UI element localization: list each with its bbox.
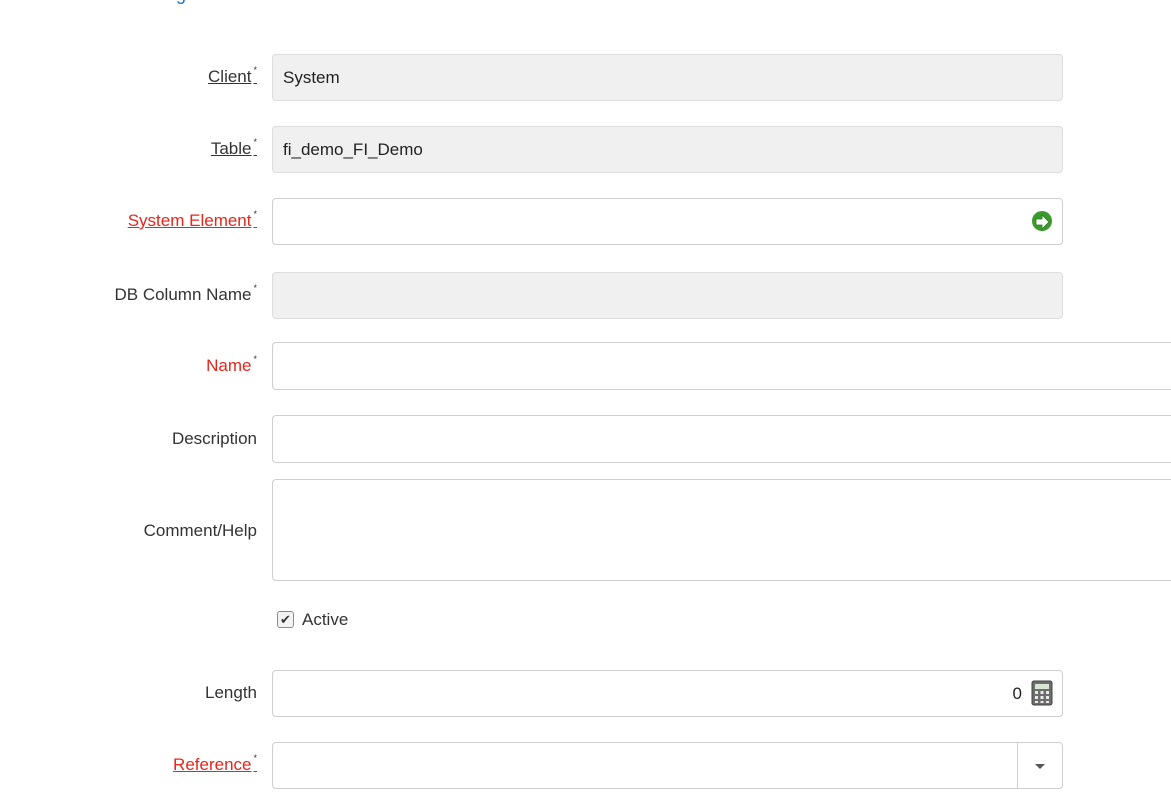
length-row: Length 0 xyxy=(0,670,1171,717)
table-value: fi_demo_FI_Demo xyxy=(283,139,423,159)
heading-fragment-text: g xyxy=(176,0,186,5)
db-column-name-field xyxy=(272,272,1063,319)
comment-help-row: Comment/Help xyxy=(0,479,1171,581)
db-column-name-row: DB Column Name * xyxy=(0,272,1171,319)
client-row: Client * System xyxy=(0,54,1171,101)
system-element-row: System Element * xyxy=(0,198,1171,245)
cut-off-heading: g xyxy=(0,0,1171,8)
name-label-text: Name xyxy=(206,356,252,375)
comment-help-textarea[interactable] xyxy=(272,479,1171,581)
reference-row: Reference * xyxy=(0,742,1171,789)
table-row: Table * fi_demo_FI_Demo xyxy=(0,126,1171,173)
active-row: ✔ Active xyxy=(0,608,1171,632)
db-column-name-label-text: DB Column Name xyxy=(114,285,252,304)
db-column-name-label: DB Column Name * xyxy=(114,283,257,305)
green-arrow-zoom-icon[interactable] xyxy=(1029,208,1055,234)
client-label-text: Client xyxy=(208,67,252,86)
mandatory-mark: * xyxy=(253,209,257,220)
field-editor-form: g Client* System Table* fi_demo_FI_Demo … xyxy=(0,0,1171,800)
active-label[interactable]: Active xyxy=(302,610,348,630)
length-label: Length xyxy=(205,683,257,702)
mandatory-mark: * xyxy=(253,354,257,365)
name-input[interactable] xyxy=(272,342,1171,390)
mandatory-mark: * xyxy=(253,283,257,294)
description-input[interactable] xyxy=(272,415,1171,463)
mandatory-mark: * xyxy=(253,65,257,76)
description-row: Description xyxy=(0,415,1171,463)
name-label: Name * xyxy=(206,354,257,376)
table-field: fi_demo_FI_Demo xyxy=(272,126,1063,173)
system-element-input[interactable] xyxy=(272,198,1063,245)
name-row: Name * xyxy=(0,342,1171,390)
description-label: Description xyxy=(171,429,257,448)
active-checkbox[interactable]: ✔ xyxy=(277,611,294,628)
client-field: System xyxy=(272,54,1063,101)
table-label-text: Table xyxy=(210,139,252,158)
client-value: System xyxy=(283,67,340,87)
table-label-link[interactable]: Table * xyxy=(210,137,257,159)
mandatory-mark: * xyxy=(253,137,257,148)
calculator-icon[interactable] xyxy=(1029,680,1055,706)
system-element-label-text: System Element xyxy=(127,211,252,230)
reference-label-link[interactable]: Reference * xyxy=(173,753,257,775)
mandatory-mark: * xyxy=(253,753,257,764)
comment-help-label: Comment/Help xyxy=(143,521,257,540)
client-label-link[interactable]: Client * xyxy=(208,65,257,87)
reference-label-text: Reference xyxy=(173,755,252,774)
dropdown-divider xyxy=(1017,743,1018,788)
length-value: 0 xyxy=(1012,683,1022,703)
reference-select[interactable] xyxy=(272,742,1063,789)
caret-down-icon[interactable] xyxy=(1027,753,1053,779)
system-element-label-link[interactable]: System Element * xyxy=(127,209,257,231)
length-input[interactable]: 0 xyxy=(272,670,1063,717)
